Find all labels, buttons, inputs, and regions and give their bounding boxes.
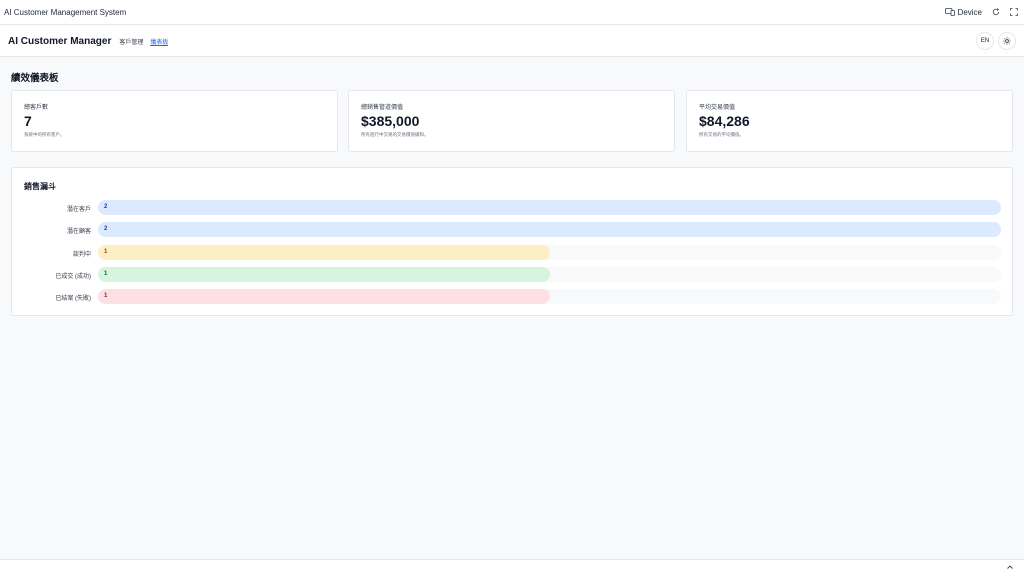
chevron-up-icon[interactable] [1006,564,1014,570]
stat-description: 所有進行中交易的交易價值總和。 [361,132,429,137]
system-bar: AI Customer Management System Device [0,0,1024,25]
funnel-stage-label: 談判中 [72,252,91,258]
nav-dashboard[interactable]: 儀表板 [150,26,169,56]
stat-value: 7 [24,113,32,129]
stat-card-average-deal-value: 平均交易價值 $84,286 所有交易的平均價值。 [686,90,1013,152]
stat-label: 總客戶數 [24,105,49,111]
funnel-stage-label: 潛在顧客 [66,229,91,235]
stat-label: 總銷售管道價值 [361,105,404,111]
funnel-bar: 2 [98,200,1001,215]
funnel-bar: 2 [98,222,1001,237]
funnel-row: 潛在顧客 2 [12,222,1014,237]
device-icon [944,8,955,16]
funnel-row: 已結案 (失敗) 1 [12,289,1014,304]
funnel-stage-label: 潛在客戶 [66,207,91,213]
app-header: AI Customer Manager 客戶管理 儀表板 EN [0,26,1024,57]
funnel-track: 1 [98,267,1001,282]
stat-description: 系統中的所有客戶。 [24,132,65,137]
funnel-row: 已成交 (成功) 1 [12,267,1014,282]
funnel-count: 1 [104,249,108,255]
system-title: AI Customer Management System [4,7,127,17]
funnel-stage-label: 已成交 (成功) [55,274,91,280]
funnel-track: 1 [98,289,1001,304]
funnel-count: 1 [104,293,108,299]
brand-title: AI Customer Manager [8,35,112,47]
theme-toggle-button[interactable] [998,32,1016,50]
main-nav: 客戶管理 儀表板 [119,26,169,56]
funnel-row: 談判中 1 [12,245,1014,260]
device-button[interactable]: Device [944,7,982,17]
funnel-bar: 1 [98,289,550,304]
funnel-count: 2 [104,226,108,232]
funnel-title: 銷售漏斗 [24,182,56,191]
funnel-bar: 1 [98,245,550,260]
page-title: 績效儀表板 [11,73,59,84]
stat-value: $84,286 [699,113,750,129]
stat-value: $385,000 [361,113,420,129]
sales-funnel-card: 銷售漏斗 潛在客戶 2 潛在顧客 2 談判中 1 已成交 (成功) 1 已結案 … [11,167,1013,316]
language-button[interactable]: EN [976,32,994,50]
header-actions: EN [976,32,1016,50]
funnel-track: 2 [98,200,1001,215]
funnel-count: 1 [104,271,108,277]
funnel-stage-label: 已結案 (失敗) [55,296,91,302]
funnel-row: 潛在客戶 2 [12,200,1014,215]
stat-description: 所有交易的平均價值。 [699,132,744,137]
funnel-bar: 1 [98,267,550,282]
funnel-track: 1 [98,245,1001,260]
stat-label: 平均交易價值 [699,105,736,111]
sun-icon [1003,37,1011,45]
funnel-count: 2 [104,204,108,210]
bottom-bar [0,559,1024,576]
stat-card-pipeline-value: 總銷售管道價值 $385,000 所有進行中交易的交易價值總和。 [348,90,675,152]
device-label: Device [957,7,982,17]
system-actions: Device [944,7,1018,17]
stat-card-total-customers: 總客戶數 7 系統中的所有客戶。 [11,90,338,152]
fullscreen-icon[interactable] [1010,8,1018,16]
nav-customers[interactable]: 客戶管理 [119,26,143,56]
funnel-track: 2 [98,222,1001,237]
refresh-icon[interactable] [992,8,1000,16]
